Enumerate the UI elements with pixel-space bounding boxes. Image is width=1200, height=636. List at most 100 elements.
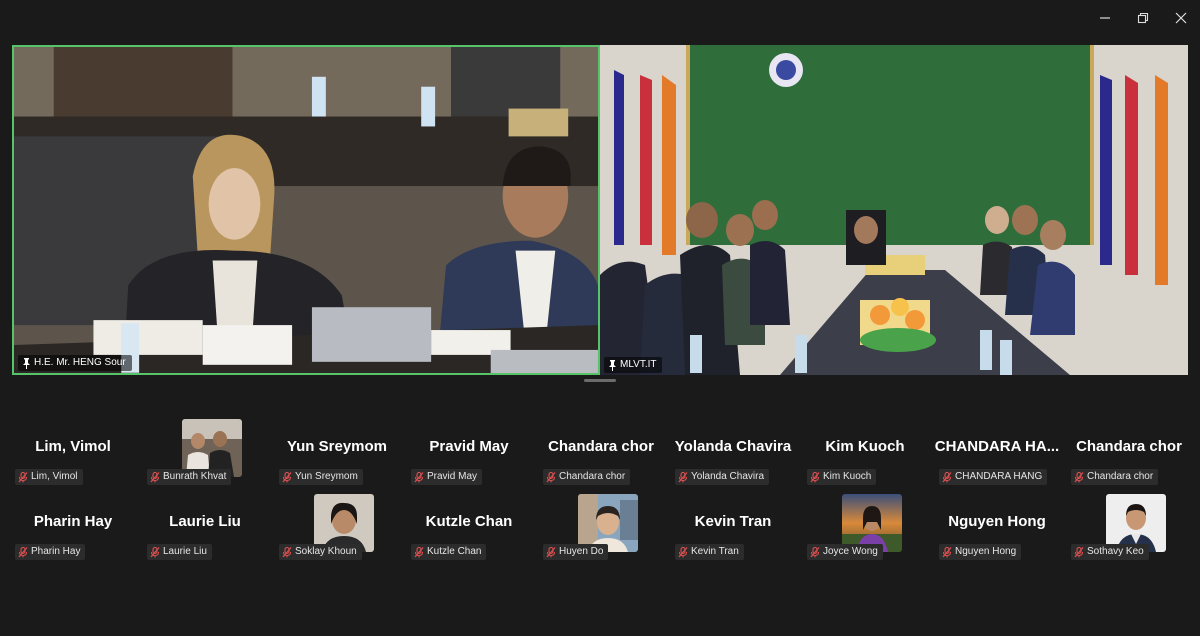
participant-tile[interactable]: Kutzle Chan Kutzle Chan [403,490,535,560]
participant-name-tag: Huyen Do [543,544,609,560]
minimize-icon[interactable] [1086,0,1124,36]
participant-tile[interactable]: Bunrath Khvat [139,415,271,485]
participant-tag-label: Kutzle Chan [427,546,482,557]
mic-muted-icon [678,471,688,482]
participant-display-name: Pravid May [429,438,509,455]
participant-name-tag: Joyce Wong [807,544,883,560]
participant-tag-label: Kim Kuoch [823,471,872,482]
participant-display-name: Kevin Tran [694,513,772,530]
participant-name-tag: Kutzle Chan [411,544,487,560]
main-video-tile-active-speaker[interactable]: H.E. Mr. HENG Sour [12,45,600,375]
participant-tag-label: Yolanda Chavira [691,471,765,482]
mic-muted-icon [414,471,424,482]
participant-tile[interactable]: Kevin Tran Kevin Tran [667,490,799,560]
pin-icon [609,359,616,371]
restore-icon[interactable] [1124,0,1162,36]
participant-tag-label: Sothavy Keo [1087,546,1144,557]
participant-tile[interactable]: Chandara chor Chandara chor [1063,415,1195,485]
participant-name-tag: CHANDARA HANG [939,469,1048,485]
mic-muted-icon [414,546,424,557]
mic-muted-icon [942,546,952,557]
participant-name-tag: Laurie Liu [147,544,212,560]
participant-display-name: Chandara chor [548,438,654,455]
mic-muted-icon [18,471,28,482]
speaker-name-label: H.E. Mr. HENG Sour [34,357,126,368]
participant-name-tag: Nguyen Hong [939,544,1022,560]
mic-muted-icon [678,546,688,557]
participant-name-tag: Chandara chor [543,469,631,485]
participant-display-name: Yun Sreymom [286,438,388,455]
participant-tag-label: Kevin Tran [691,546,739,557]
room-name-tag: MLVT.IT [604,357,663,373]
participant-tag-label: Huyen Do [559,546,604,557]
participant-name-tag: Kim Kuoch [807,469,877,485]
participant-tag-label: Chandara chor [559,471,626,482]
participant-tile[interactable]: Sothavy Keo [1063,490,1195,560]
participant-name-tag: Yun Sreymom [279,469,363,485]
mic-muted-icon [18,546,28,557]
main-video-tile-room[interactable]: MLVT.IT [600,45,1188,375]
participant-name-tag: Soklay Khoun [279,544,362,560]
participant-name-tag: Bunrath Khvat [147,469,232,485]
participant-tile[interactable]: Laurie Liu Laurie Liu [139,490,271,560]
participant-tile[interactable]: Yolanda Chavira Yolanda Chavira [667,415,799,485]
participant-tag-label: CHANDARA HANG [955,471,1043,482]
participant-tag-label: Soklay Khoun [295,546,357,557]
participant-tile[interactable]: Soklay Khoun [271,490,403,560]
participant-tag-label: Yun Sreymom [295,471,358,482]
participant-tile[interactable]: CHANDARA HA... CHANDARA HANG [931,415,1063,485]
mic-muted-icon [546,546,556,557]
speaker-name-tag: H.E. Mr. HENG Sour [18,355,132,371]
close-icon[interactable] [1162,0,1200,36]
mic-muted-icon [546,471,556,482]
mic-muted-icon [810,471,820,482]
mic-muted-icon [282,471,292,482]
mic-muted-icon [810,546,820,557]
mic-muted-icon [1074,471,1084,482]
conference-room-video [600,45,1188,375]
window-controls [1086,0,1200,36]
participant-tag-label: Lim, Vimol [31,471,78,482]
participant-tile[interactable]: Huyen Do [535,490,667,560]
participant-display-name: Lim, Vimol [35,438,111,455]
mic-muted-icon [282,546,292,557]
participant-tag-label: Laurie Liu [163,546,207,557]
participant-tile[interactable]: Joyce Wong [799,490,931,560]
participant-display-name: Pharin Hay [33,513,113,530]
mic-muted-icon [150,546,160,557]
participant-tag-label: Pharin Hay [31,546,81,557]
pin-icon [23,357,30,369]
participant-tile[interactable]: Lim, Vimol Lim, Vimol [7,415,139,485]
participant-display-name: Kim Kuoch [825,438,905,455]
participant-tile[interactable]: Chandara chor Chandara chor [535,415,667,485]
participant-tile[interactable]: Kim Kuoch Kim Kuoch [799,415,931,485]
participant-name-tag: Pharin Hay [15,544,86,560]
participant-tag-label: Pravid May [427,471,478,482]
participant-display-name: Kutzle Chan [425,513,513,530]
participant-name-tag: Sothavy Keo [1071,544,1149,560]
page-indicator[interactable] [584,379,616,382]
meeting-room-video [14,47,598,373]
participant-tag-label: Nguyen Hong [955,546,1017,557]
participant-name-tag: Yolanda Chavira [675,469,770,485]
participant-display-name: Yolanda Chavira [674,438,792,455]
mic-muted-icon [1074,546,1084,557]
room-name-label: MLVT.IT [620,359,657,370]
mic-muted-icon [942,471,952,482]
participant-tag-label: Joyce Wong [823,546,878,557]
participant-name-tag: Chandara chor [1071,469,1159,485]
participant-tile[interactable]: Pravid May Pravid May [403,415,535,485]
participant-display-name: CHANDARA HA... [934,438,1060,455]
participant-tile[interactable]: Pharin Hay Pharin Hay [7,490,139,560]
participant-tag-label: Chandara chor [1087,471,1154,482]
participant-display-name: Nguyen Hong [948,513,1046,530]
participant-tag-label: Bunrath Khvat [163,471,227,482]
participant-name-tag: Pravid May [411,469,483,485]
mic-muted-icon [150,471,160,482]
participant-name-tag: Lim, Vimol [15,469,83,485]
participant-display-name: Chandara chor [1076,438,1182,455]
participant-name-tag: Kevin Tran [675,544,744,560]
participant-tile[interactable]: Yun Sreymom Yun Sreymom [271,415,403,485]
participant-display-name: Laurie Liu [169,513,241,530]
participant-tile[interactable]: Nguyen Hong Nguyen Hong [931,490,1063,560]
